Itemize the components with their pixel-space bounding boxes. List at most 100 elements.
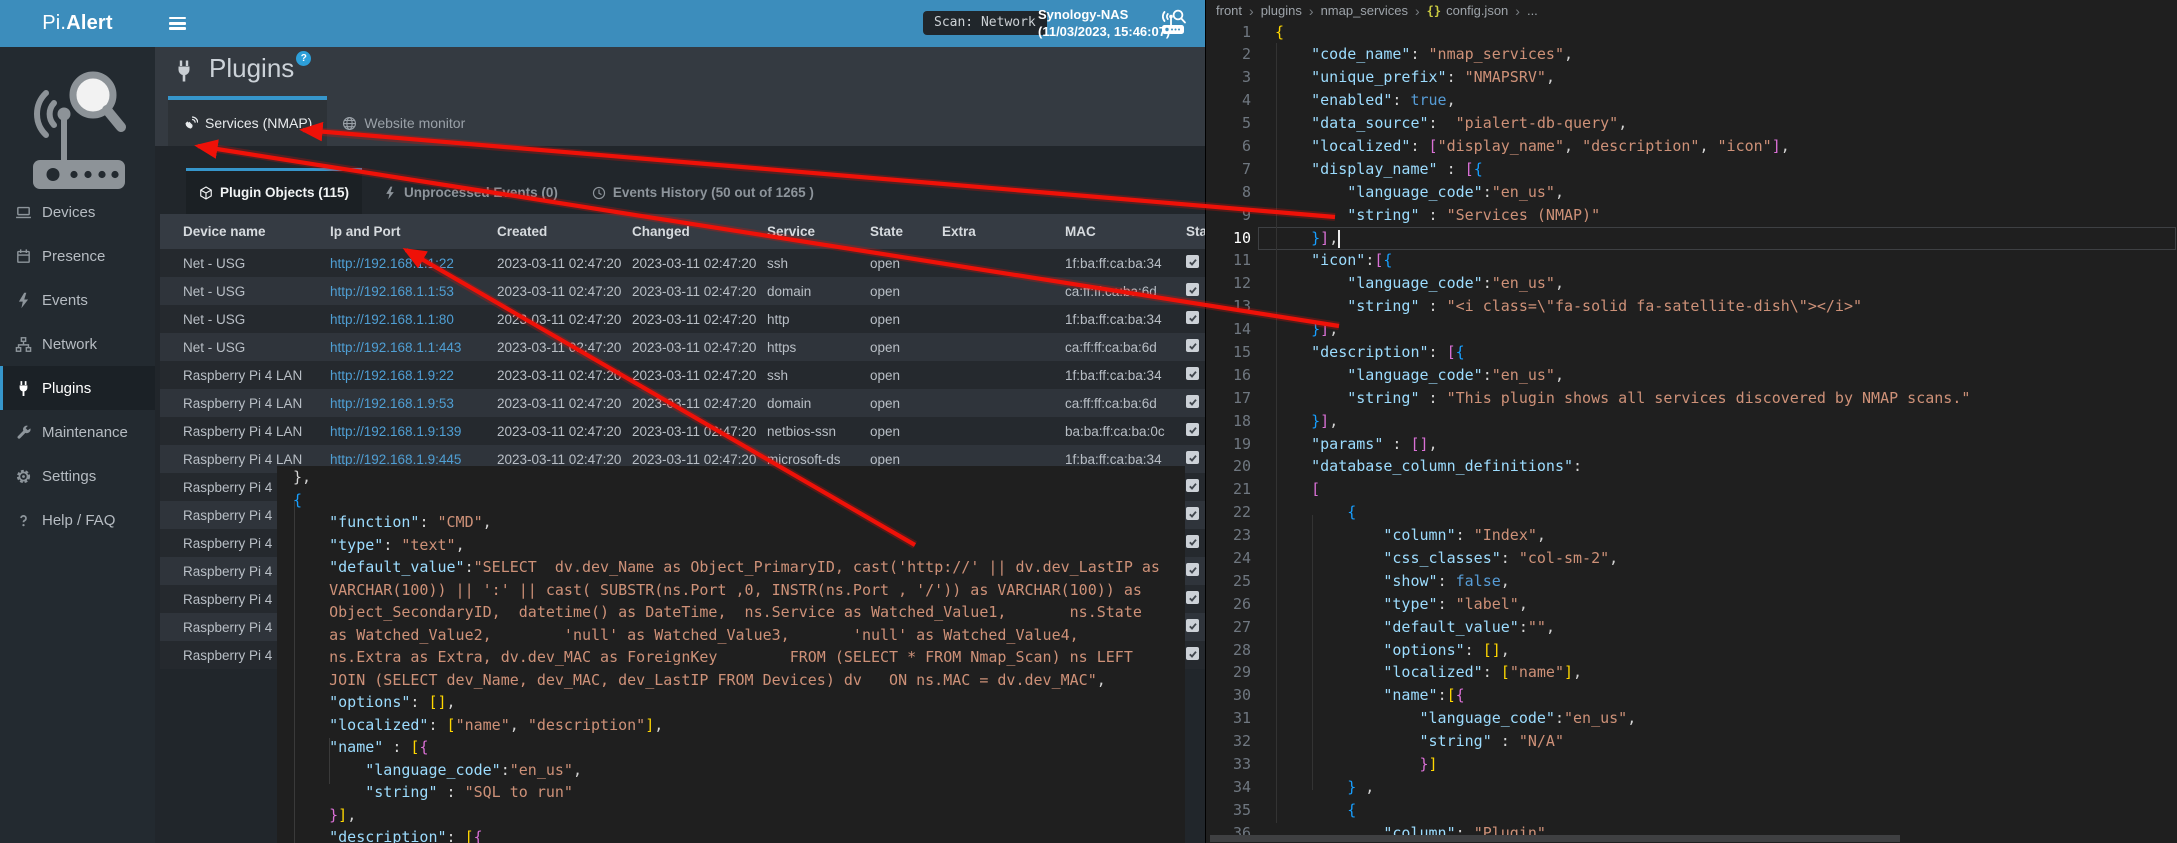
mac-cell: 1f:ba:ff:ca:ba:34: [1058, 256, 1172, 271]
sidebar-item[interactable]: Plugins: [0, 366, 155, 410]
created-cell: 2023-03-11 02:47:20: [497, 452, 632, 467]
nas-name: Synology-NAS: [1038, 6, 1170, 23]
mac-cell: 1f:ba:ff:ca:ba:34: [1058, 312, 1172, 327]
col-header-changed[interactable]: Changed: [632, 224, 767, 239]
plugin-subtab[interactable]: Unprocessed Events (0): [370, 168, 571, 214]
status-checkbox[interactable]: [1186, 423, 1199, 436]
changed-cell: 2023-03-11 02:47:20: [632, 452, 767, 467]
ip-port-link[interactable]: http://192.168.1.1:22: [330, 256, 454, 271]
app-brand[interactable]: Pi.Alert: [0, 0, 155, 47]
created-cell: 2023-03-11 02:47:20: [497, 284, 632, 299]
sidebar-item-label: Plugins: [42, 380, 91, 397]
editor-code[interactable]: { "code_name": "nmap_services", "unique_…: [1275, 21, 1970, 843]
sidebar-item-label: Events: [42, 292, 88, 309]
sidebar-item[interactable]: Events: [0, 278, 155, 322]
plugin-tab[interactable]: Services (NMAP): [168, 96, 327, 146]
config-json-sql-snippet[interactable]: },{ "function": "CMD", "type": "text", "…: [277, 466, 1185, 843]
ip-port-link[interactable]: http://192.168.1.9:445: [330, 452, 461, 467]
sidebar-item-icon: [15, 336, 32, 353]
sidebar-item-label: Network: [42, 336, 97, 353]
status-checkbox[interactable]: [1186, 367, 1199, 380]
breadcrumb-label: plugins: [1261, 3, 1302, 18]
status-checkbox[interactable]: [1186, 619, 1199, 632]
ip-port-link[interactable]: http://192.168.1.1:53: [330, 284, 454, 299]
sidebar-item[interactable]: Settings: [0, 454, 155, 498]
status-checkbox[interactable]: [1186, 395, 1199, 408]
changed-cell: 2023-03-11 02:47:20: [632, 368, 767, 383]
sidebar: Devices Presence Events Network Plugins: [0, 47, 155, 843]
sidebar-item-label: Help / FAQ: [42, 512, 115, 529]
sidebar-item-label: Maintenance: [42, 424, 128, 441]
device-name-cell: Raspberry Pi 4 LAN: [160, 424, 330, 439]
status-checkbox[interactable]: [1186, 647, 1199, 660]
plugin-subtab[interactable]: Plugin Objects (115): [186, 168, 362, 214]
status-checkbox[interactable]: [1186, 535, 1199, 548]
plugin-subtabs: Plugin Objects (115) Unprocessed Events …: [186, 168, 827, 214]
tab-icon: [342, 116, 357, 131]
horizontal-scrollbar[interactable]: [1210, 835, 1900, 842]
table-row: Raspberry Pi 4 LAN http://192.168.1.9:13…: [160, 417, 1205, 445]
status-checkbox[interactable]: [1186, 507, 1199, 520]
col-header-created[interactable]: Created: [497, 224, 632, 239]
service-cell: ssh: [767, 368, 870, 383]
col-header-ip-and-port[interactable]: Ip and Port: [330, 224, 497, 239]
sidebar-item-icon: [15, 468, 32, 485]
sidebar-item-icon: [15, 292, 32, 309]
breadcrumb-item[interactable]: nmap_services: [1302, 3, 1408, 19]
status-checkbox[interactable]: [1186, 283, 1199, 296]
pialert-logo: [16, 57, 138, 194]
sidebar-item-icon: [15, 424, 32, 441]
ip-port-link[interactable]: http://192.168.1.9:22: [330, 368, 454, 383]
page-title: Plugins ?: [172, 53, 311, 86]
status-checkbox[interactable]: [1186, 563, 1199, 576]
changed-cell: 2023-03-11 02:47:20: [632, 312, 767, 327]
mac-cell: ca:ff:ff:ca:ba:6d: [1058, 284, 1172, 299]
status-checkbox[interactable]: [1186, 451, 1199, 464]
breadcrumb-item[interactable]: plugins: [1242, 3, 1302, 19]
breadcrumb-item[interactable]: {}config.json: [1408, 3, 1508, 19]
sidebar-item[interactable]: Maintenance: [0, 410, 155, 454]
status-checkbox[interactable]: [1186, 255, 1199, 268]
table-row: Net - USG http://192.168.1.1:80 2023-03-…: [160, 305, 1205, 333]
brand-prefix: Pi.: [42, 12, 66, 35]
status-checkbox[interactable]: [1186, 591, 1199, 604]
state-cell: open: [870, 312, 942, 327]
code-lines: },{ "function": "CMD", "type": "text", "…: [293, 466, 1160, 843]
created-cell: 2023-03-11 02:47:20: [497, 368, 632, 383]
status-checkbox[interactable]: [1186, 311, 1199, 324]
sidebar-item[interactable]: Help / FAQ: [0, 498, 155, 542]
col-header-device-name[interactable]: Device name: [160, 224, 330, 239]
ip-port-link[interactable]: http://192.168.1.1:443: [330, 340, 461, 355]
breadcrumb-item[interactable]: front: [1216, 3, 1242, 18]
ip-port-link[interactable]: http://192.168.1.1:80: [330, 312, 454, 327]
service-cell: domain: [767, 284, 870, 299]
pialert-mini-logo-icon: [1158, 8, 1190, 43]
hamburger-menu-icon[interactable]: [169, 17, 186, 30]
scan-status-badge: Scan: Network: [923, 11, 1047, 35]
subtab-label: Events History (50 out of 1265 ): [613, 185, 814, 200]
status-checkbox[interactable]: [1186, 339, 1199, 352]
sidebar-item[interactable]: Network: [0, 322, 155, 366]
sidebar-item-label: Presence: [42, 248, 105, 265]
ip-port-link[interactable]: http://192.168.1.9:139: [330, 424, 461, 439]
help-badge[interactable]: ?: [296, 51, 311, 66]
screen: Pi.Alert Scan: Network Synology-NAS (11/…: [0, 0, 2177, 843]
tab-label: Website monitor: [364, 115, 465, 131]
sidebar-item[interactable]: Presence: [0, 234, 155, 278]
breadcrumb: front pluginsnmap_services{}config.json..…: [1216, 0, 1538, 21]
col-header-extra[interactable]: Extra: [942, 224, 1058, 239]
col-header-service[interactable]: Service: [767, 224, 870, 239]
col-header-state[interactable]: State: [870, 224, 942, 239]
changed-cell: 2023-03-11 02:47:20: [632, 424, 767, 439]
plugin-tab[interactable]: Website monitor: [327, 96, 480, 146]
sidebar-item[interactable]: Devices: [0, 190, 155, 234]
ip-port-link[interactable]: http://192.168.1.9:53: [330, 396, 454, 411]
col-header-mac[interactable]: MAC: [1058, 224, 1172, 239]
state-cell: open: [870, 368, 942, 383]
breadcrumb-item[interactable]: ...: [1508, 3, 1538, 19]
sidebar-menu: Devices Presence Events Network Plugins: [0, 190, 155, 542]
plugin-subtab[interactable]: Events History (50 out of 1265 ): [579, 168, 827, 214]
status-checkbox[interactable]: [1186, 479, 1199, 492]
service-cell: domain: [767, 396, 870, 411]
col-header-status[interactable]: Status: [1172, 224, 1205, 239]
